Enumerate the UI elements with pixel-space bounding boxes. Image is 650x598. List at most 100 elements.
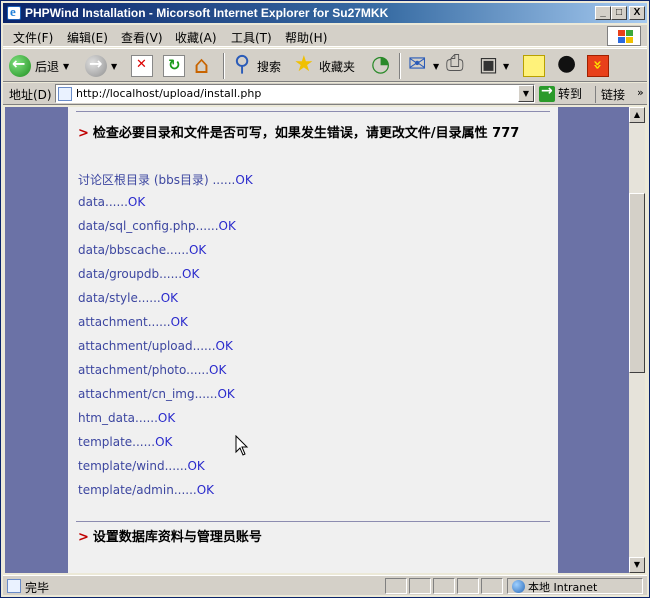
section-title-permissions: > 检查必要目录和文件是否可写，如果发生错误，请更改文件/目录属性 777 [78, 125, 548, 142]
check-item: attachment/cn_img......OK [78, 387, 235, 401]
chevron-down-icon[interactable]: ▼ [111, 62, 117, 71]
globe-icon [512, 580, 525, 593]
status-pane [433, 578, 455, 594]
check-item-status: OK [187, 459, 205, 473]
check-item-path: template...... [78, 435, 156, 449]
search-button[interactable]: 搜索 [231, 52, 282, 79]
back-label: 后退 [35, 59, 60, 74]
go-label: 转到 [558, 87, 583, 101]
close-button[interactable]: X [629, 6, 645, 20]
chevron-down-icon[interactable]: ▼ [63, 62, 69, 71]
refresh-button[interactable] [163, 53, 185, 79]
check-item-status: OK [157, 411, 176, 425]
check-item-path: data...... [78, 195, 128, 209]
favorites-label: 收藏夹 [319, 59, 356, 74]
status-pane [409, 578, 431, 594]
history-button[interactable] [369, 52, 391, 79]
check-item: template/wind......OK [78, 459, 205, 473]
mail-button[interactable]: ▼ [407, 52, 439, 79]
stop-button[interactable] [131, 53, 153, 79]
links-button[interactable]: 链接 [595, 86, 625, 103]
check-item-status: OK [235, 173, 253, 187]
check-item-path: 讨论区根目录 (bbs目录) ...... [78, 173, 236, 187]
check-item-path: data/sql_config.php...... [78, 219, 219, 233]
check-item-path: data/bbscache...... [78, 243, 189, 257]
install-panel: > 检查必要目录和文件是否可写，如果发生错误，请更改文件/目录属性 777 讨论区… [68, 107, 558, 573]
menu-view[interactable]: 查看(V) [121, 29, 163, 46]
page-done-icon [7, 579, 21, 593]
menu-tools[interactable]: 工具(T) [231, 29, 272, 46]
browser-window: PHPWind Installation - Micorsoft Interne… [0, 0, 650, 598]
check-item: htm_data......OK [78, 411, 175, 425]
check-item-path: attachment/photo...... [78, 363, 210, 377]
chevron-down-icon[interactable]: ▼ [503, 62, 509, 71]
toolbar-separator [223, 53, 225, 79]
check-item-status: OK [218, 219, 236, 233]
status-pane [457, 578, 479, 594]
notes-button[interactable] [523, 53, 545, 79]
section-title-permissions-text: 检查必要目录和文件是否可写，如果发生错误，请更改文件/目录属性 777 [92, 126, 520, 141]
qq-penguin-icon [555, 51, 577, 77]
back-button[interactable]: 后退 ▼ [9, 53, 69, 79]
check-item-path: attachment/cn_img...... [78, 387, 218, 401]
minimize-button[interactable]: _ [595, 6, 611, 20]
window-title: PHPWind Installation - Micorsoft Interne… [25, 6, 389, 20]
star-icon [293, 52, 315, 77]
home-button[interactable] [193, 51, 215, 79]
check-item-path: attachment/upload...... [78, 339, 216, 353]
chevron-right-icon[interactable]: » [637, 86, 644, 99]
check-item: template/admin......OK [78, 483, 214, 497]
check-item: data/bbscache......OK [78, 243, 206, 257]
address-dropdown-button[interactable]: ▼ [518, 85, 534, 102]
edit-button[interactable]: ▼ [477, 52, 509, 79]
address-bar: 地址(D) http://localhost/upload/install.ph… [3, 83, 647, 105]
menu-favorites[interactable]: 收藏(A) [175, 29, 217, 46]
flashget-icon [587, 55, 609, 77]
menu-help[interactable]: 帮助(H) [285, 29, 327, 46]
print-button[interactable] [445, 51, 467, 79]
go-button[interactable]: 转到 [539, 83, 583, 103]
favorites-button[interactable]: 收藏夹 [293, 52, 356, 79]
title-bar: PHPWind Installation - Micorsoft Interne… [3, 3, 647, 23]
address-input[interactable]: http://localhost/upload/install.php ▼ [55, 84, 535, 103]
check-item: template......OK [78, 435, 172, 449]
scroll-up-button[interactable]: ▲ [629, 107, 645, 123]
search-label: 搜索 [257, 59, 282, 74]
status-pane [385, 578, 407, 594]
check-item-status: OK [182, 267, 200, 281]
check-item-status: OK [127, 195, 146, 209]
page-icon [58, 87, 72, 101]
divider [76, 521, 550, 522]
check-item-path: template/wind...... [78, 459, 188, 473]
address-url[interactable]: http://localhost/upload/install.php [76, 87, 261, 100]
check-item: data/style......OK [78, 291, 178, 305]
divider [76, 111, 550, 112]
qq-button[interactable] [555, 51, 577, 79]
check-item-status: OK [217, 387, 235, 401]
scroll-down-button[interactable]: ▼ [629, 557, 645, 573]
history-icon [369, 52, 391, 77]
mail-icon [407, 52, 429, 77]
check-item-status: OK [215, 339, 233, 353]
menu-edit[interactable]: 编辑(E) [67, 29, 108, 46]
maximize-button[interactable]: □ [611, 6, 627, 20]
section-title-database: > 设置数据库资料与管理员账号 [78, 529, 548, 546]
page-viewport: > 检查必要目录和文件是否可写，如果发生错误，请更改文件/目录属性 777 讨论区… [5, 107, 629, 573]
menu-bar: 文件(F) 编辑(E) 查看(V) 收藏(A) 工具(T) 帮助(H) [3, 25, 647, 47]
mouse-cursor-icon [235, 435, 249, 456]
check-item: data......OK [78, 195, 145, 209]
chevron-down-icon[interactable]: ▼ [433, 62, 439, 71]
check-item: data/sql_config.php......OK [78, 219, 236, 233]
go-arrow-icon [539, 83, 555, 102]
search-icon [231, 52, 253, 77]
check-item-status: OK [155, 435, 173, 449]
stop-icon [131, 55, 153, 77]
flashget-button[interactable] [587, 53, 609, 79]
vertical-scrollbar[interactable]: ▲ ▼ [629, 107, 645, 573]
forward-button[interactable]: ▼ [85, 53, 117, 79]
forward-arrow-icon [85, 54, 107, 77]
status-bar: 完毕 本地 Intranet [3, 575, 647, 595]
scroll-thumb[interactable] [629, 193, 645, 373]
address-label: 地址(D) [9, 88, 52, 102]
menu-file[interactable]: 文件(F) [13, 29, 53, 46]
